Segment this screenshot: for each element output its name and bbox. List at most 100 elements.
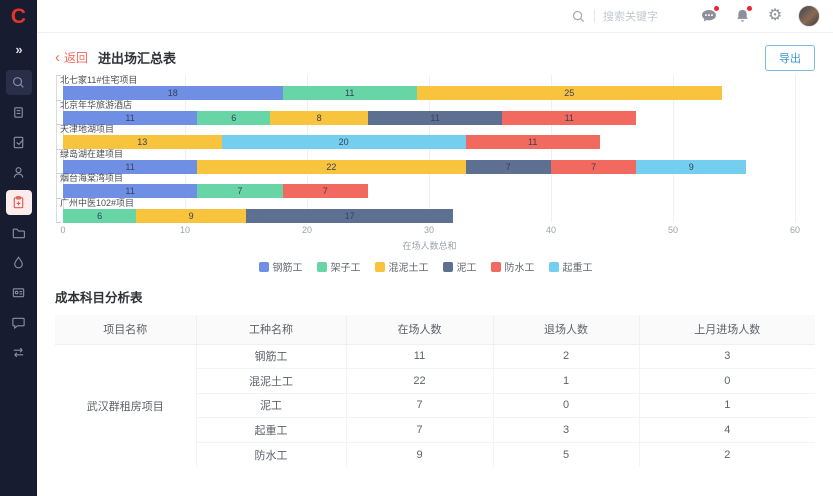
project-name-cell: 武汉群租房项目 <box>55 344 196 467</box>
table-cell: 0 <box>639 369 815 394</box>
stacked-bar: 181125 <box>63 86 796 100</box>
bar-segment-混泥土工[interactable]: 8 <box>270 111 368 125</box>
bar-segment-架子工[interactable]: 7 <box>197 184 282 198</box>
main-content: ‹ 返回 进出场汇总表 导出 北七家11#住宅项目181125北京年华旅游酒店1… <box>37 34 833 496</box>
table-header-cell: 工种名称 <box>196 315 346 344</box>
sidebar-item-project[interactable] <box>6 100 32 125</box>
back-chevron-icon: ‹ <box>55 50 60 65</box>
sidebar-item-material[interactable] <box>6 250 32 275</box>
gear-icon: ⚙ <box>768 8 782 24</box>
bar-segment-防水工[interactable]: 7 <box>283 184 368 198</box>
sidebar-item-card[interactable] <box>6 280 32 305</box>
legend-swatch <box>259 262 269 272</box>
x-axis-tick-label: 0 <box>60 225 65 235</box>
chart-category-row: 绿岛湖在建项目1122779 <box>63 149 796 174</box>
legend-swatch <box>549 262 559 272</box>
table-header-cell: 在场人数 <box>346 315 493 344</box>
search-icon <box>571 9 586 24</box>
bar-segment-混泥土工[interactable]: 25 <box>417 86 722 100</box>
chart-plot: 北七家11#住宅项目181125北京年华旅游酒店11681111天津地湖项目13… <box>63 75 796 222</box>
bar-segment-防水工[interactable]: 7 <box>551 160 636 174</box>
bar-segment-泥工[interactable]: 17 <box>246 209 453 223</box>
bar-segment-混泥土工[interactable]: 13 <box>63 135 222 149</box>
x-axis-tick-label: 50 <box>668 225 678 235</box>
cost-analysis-table: 项目名称工种名称在场人数退场人数上月进场人数 武汉群租房项目钢筋工1123混泥土… <box>55 315 815 467</box>
table-cell: 0 <box>493 393 639 418</box>
x-axis-tick-label: 30 <box>424 225 434 235</box>
message-badge <box>714 6 719 11</box>
chart-x-axis: 0102030405060 <box>63 225 796 237</box>
stacked-bar: 1177 <box>63 184 796 198</box>
search-placeholder: 搜索关键字 <box>603 8 658 24</box>
chat-bubble-icon <box>11 315 26 330</box>
x-axis-tick-label: 40 <box>546 225 556 235</box>
x-axis-tick-label: 20 <box>302 225 312 235</box>
legend-item-泥工[interactable]: 泥工 <box>443 259 477 274</box>
sidebar-item-message[interactable] <box>6 310 32 335</box>
table-header-cell: 退场人数 <box>493 315 639 344</box>
bar-segment-混泥土工[interactable]: 9 <box>136 209 246 223</box>
transfer-arrows-icon <box>11 345 26 360</box>
category-label: 烟台海棠湾项目 <box>60 173 796 183</box>
global-search-input[interactable]: 搜索关键字 <box>571 8 658 24</box>
bar-segment-架子工[interactable]: 6 <box>197 111 270 125</box>
legend-swatch <box>443 262 453 272</box>
bar-segment-架子工[interactable]: 11 <box>283 86 417 100</box>
legend-swatch <box>375 262 385 272</box>
chart-legend: 钢筋工 架子工混泥土工泥工 防水工起重工 <box>55 259 796 274</box>
sidebar-expand-icon[interactable]: » <box>15 38 21 60</box>
sidebar-nav <box>6 70 32 365</box>
bar-segment-起重工[interactable]: 9 <box>636 160 746 174</box>
bar-segment-钢筋工[interactable]: 11 <box>63 184 197 198</box>
building-icon <box>11 105 26 120</box>
sidebar-item-approval[interactable] <box>6 130 32 155</box>
x-axis-tick-label: 10 <box>180 225 190 235</box>
bar-segment-钢筋工[interactable]: 18 <box>63 86 283 100</box>
legend-label: 防水工 <box>505 259 535 274</box>
category-label: 绿岛湖在建项目 <box>60 149 796 159</box>
chart-category-row: 北京年华旅游酒店11681111 <box>63 100 796 125</box>
chart-category-row: 天津地湖项目132011 <box>63 124 796 149</box>
sidebar-item-labor-attendance[interactable] <box>6 190 32 215</box>
table-row: 武汉群租房项目钢筋工1123 <box>55 344 815 369</box>
legend-item-防水工[interactable]: 防水工 <box>491 259 535 274</box>
sidebar: C » <box>0 0 37 496</box>
bar-segment-泥工[interactable]: 7 <box>466 160 551 174</box>
messages-button[interactable] <box>699 6 719 26</box>
bar-segment-钢筋工[interactable]: 11 <box>63 160 197 174</box>
back-button[interactable]: ‹ 返回 <box>55 49 88 66</box>
category-label: 北京年华旅游酒店 <box>60 100 796 110</box>
app-logo[interactable]: C <box>0 0 37 34</box>
bar-segment-架子工[interactable]: 6 <box>63 209 136 223</box>
table-cell: 钢筋工 <box>196 344 346 369</box>
bar-segment-钢筋工[interactable]: 11 <box>63 111 197 125</box>
legend-item-混泥土工[interactable]: 混泥土工 <box>375 259 429 274</box>
back-label: 返回 <box>64 49 88 66</box>
legend-item-起重工[interactable]: 起重工 <box>549 259 593 274</box>
export-button[interactable]: 导出 <box>765 45 815 71</box>
water-drop-icon <box>11 255 26 270</box>
legend-label: 架子工 <box>331 259 361 274</box>
table-cell: 5 <box>493 442 639 467</box>
table-cell: 2 <box>493 344 639 369</box>
sidebar-item-folder[interactable] <box>6 220 32 245</box>
legend-label: 钢筋工 <box>273 259 303 274</box>
table-title: 成本科目分析表 <box>55 287 815 306</box>
sidebar-item-user[interactable] <box>6 160 32 185</box>
bar-segment-起重工[interactable]: 20 <box>222 135 466 149</box>
sidebar-item-transfer[interactable] <box>6 340 32 365</box>
table-header-row: 项目名称工种名称在场人数退场人数上月进场人数 <box>55 315 815 344</box>
bar-segment-防水工[interactable]: 11 <box>502 111 636 125</box>
avatar[interactable] <box>798 5 820 27</box>
bar-segment-泥工[interactable]: 11 <box>368 111 502 125</box>
bar-segment-混泥土工[interactable]: 22 <box>197 160 465 174</box>
settings-button[interactable]: ⚙ <box>765 6 785 26</box>
notifications-button[interactable] <box>732 6 752 26</box>
legend-item-钢筋工[interactable]: 钢筋工 <box>259 259 303 274</box>
legend-item-架子工[interactable]: 架子工 <box>317 259 361 274</box>
bar-segment-防水工[interactable]: 11 <box>466 135 600 149</box>
table-cell: 22 <box>346 369 493 394</box>
table-cell: 11 <box>346 344 493 369</box>
sidebar-item-search[interactable] <box>6 70 32 95</box>
top-header: 搜索关键字 ⚙ <box>37 0 833 33</box>
